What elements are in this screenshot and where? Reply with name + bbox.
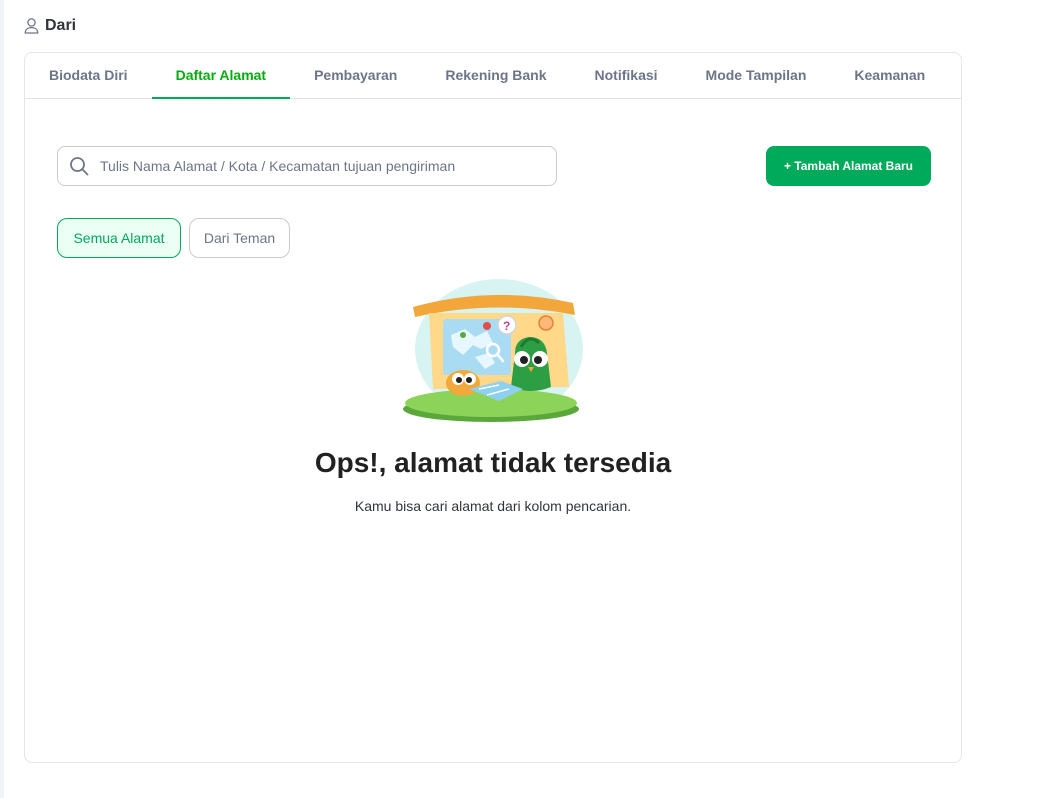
svg-text:?: ? [503,319,510,333]
settings-panel: Biodata Diri Daftar Alamat Pembayaran Re… [24,52,962,763]
tab-pembayaran[interactable]: Pembayaran [290,53,421,98]
empty-state-title: Ops!, alamat tidak tersedia [314,447,672,478]
user-icon [24,18,39,34]
header: Dari [24,14,76,38]
tab-rekening-bank[interactable]: Rekening Bank [421,53,570,98]
profile-name: Dari [45,17,77,34]
add-new-address-button[interactable]: + Tambah Alamat Baru [766,146,931,186]
tab-keamanan[interactable]: Keamanan [830,53,949,98]
tab-daftar-alamat[interactable]: Daftar Alamat [151,53,291,99]
empty-state-description: Kamu bisa cari alamat dari kolom pencari… [354,498,632,514]
search-icon [70,157,89,176]
owl-map-illustration: ? [403,279,583,422]
address-search-input[interactable] [100,158,520,174]
tab-notifikasi[interactable]: Notifikasi [571,53,682,98]
filter-semua-alamat[interactable]: Semua Alamat [57,218,181,258]
settings-tabs: Biodata Diri Daftar Alamat Pembayaran Re… [25,53,961,99]
tab-biodata-diri[interactable]: Biodata Diri [25,53,152,98]
filter-dari-teman[interactable]: Dari Teman [189,218,290,258]
tab-mode-tampilan[interactable]: Mode Tampilan [682,53,831,98]
left-edge [0,0,4,798]
address-search-box[interactable] [57,146,557,186]
